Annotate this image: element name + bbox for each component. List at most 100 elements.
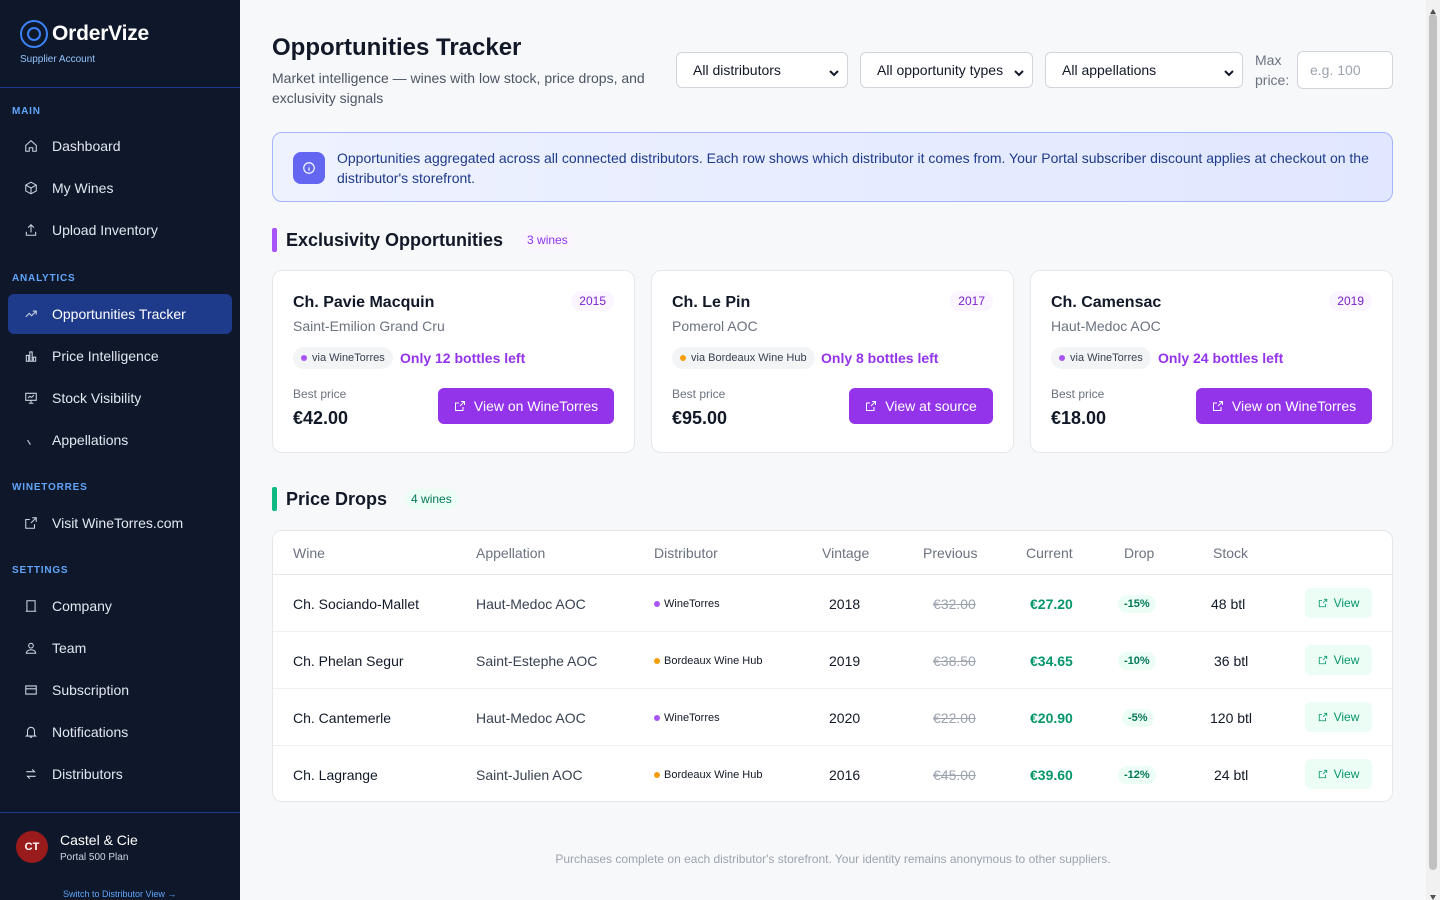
home-icon <box>24 139 38 153</box>
view-button[interactable]: View <box>1305 759 1372 789</box>
distributor-tag: via WineTorres <box>293 347 393 369</box>
wine-appellation: Haut-Medoc AOC <box>476 595 586 612</box>
sidebar-item-opportunities-tracker[interactable]: Opportunities Tracker <box>8 294 232 334</box>
column-header-current: Current <box>1026 545 1073 561</box>
wine-name: Ch. Phelan Segur <box>293 652 404 669</box>
avatar[interactable]: CT <box>16 831 48 863</box>
sidebar-item-company[interactable]: Company <box>8 586 232 626</box>
sidebar-item-stock-visibility[interactable]: Stock Visibility <box>8 378 232 418</box>
bar-chart-icon <box>24 349 38 363</box>
distributor-dot <box>654 600 660 607</box>
column-header-previous: Previous <box>923 545 978 561</box>
sidebar-item-notifications[interactable]: Notifications <box>8 712 232 752</box>
sidebar-item-my-wines[interactable]: My Wines <box>8 168 232 208</box>
drop-badge: -12% <box>1118 765 1156 784</box>
external-link-icon <box>1212 401 1223 411</box>
table-row: Ch. Lagrange Saint-Julien AOC Bordeaux W… <box>273 746 1392 801</box>
table-row: Ch. Cantemerle Haut-Medoc AOC WineTorres… <box>273 689 1392 746</box>
button-label: View <box>1333 710 1360 724</box>
appellation-filter-select[interactable]: All appellations <box>1045 52 1243 88</box>
external-link-icon <box>866 401 877 411</box>
swap-icon <box>24 767 38 781</box>
opportunity-type-filter-select[interactable]: All opportunity types <box>860 52 1033 88</box>
view-button[interactable]: View <box>1305 645 1372 675</box>
stock: 24 btl <box>1214 766 1249 783</box>
current-price: €34.65 <box>1030 652 1073 669</box>
current-price: €20.90 <box>1030 709 1073 726</box>
info-banner-text: Opportunities aggregated across all conn… <box>337 150 1369 186</box>
sidebar-item-label: Subscription <box>52 682 130 698</box>
price-drops-section-header: Price Drops 4 wines <box>272 487 458 511</box>
button-label: View <box>1333 653 1360 667</box>
wine-appellation: Saint-Julien AOC <box>476 766 583 783</box>
previous-price: €38.50 <box>933 652 976 669</box>
sidebar-item-label: Stock Visibility <box>52 390 142 406</box>
best-price-label: Best price <box>293 387 347 401</box>
sidebar-item-visit-winetorres[interactable]: Visit WineTorres.com <box>8 503 232 543</box>
chevron-down-icon <box>1014 65 1024 77</box>
sidebar-item-label: Notifications <box>52 724 129 740</box>
section-count-badge: 4 wines <box>405 489 458 509</box>
previous-price: €22.00 <box>933 709 976 726</box>
wine-appellation: Pomerol AOC <box>672 318 758 334</box>
sidebar-item-price-intelligence[interactable]: Price Intelligence <box>8 336 232 376</box>
exclusivity-card: Ch. Le Pin 2017 Pomerol AOC via Bordeaux… <box>651 270 1014 453</box>
box-icon <box>24 181 38 195</box>
view-on-winetorres-button[interactable]: View on WineTorres <box>438 388 614 424</box>
user-account: CT Castel & Cie Portal 500 Plan Switch t… <box>0 812 240 900</box>
current-price: €27.20 <box>1030 595 1073 612</box>
wine-name: Ch. Le Pin <box>672 294 751 311</box>
exclusivity-card: Ch. Pavie Macquin 2015 Saint-Emilion Gra… <box>272 270 635 453</box>
wine-name: Ch. Lagrange <box>293 766 378 783</box>
wine-appellation: Saint-Emilion Grand Cru <box>293 318 445 334</box>
scroll-down-arrow-icon[interactable] <box>1429 888 1437 900</box>
sidebar-item-label: Visit WineTorres.com <box>52 515 184 531</box>
sidebar-item-appellations[interactable]: Appellations <box>8 420 232 460</box>
table-header: Wine Appellation Distributor Vintage Pre… <box>273 531 1392 575</box>
distributor-dot <box>654 657 660 664</box>
distributor-name: WineTorres <box>664 597 720 610</box>
vintage: 2016 <box>829 766 861 783</box>
sidebar-item-distributors[interactable]: Distributors <box>8 754 232 794</box>
view-at-source-button[interactable]: View at source <box>849 388 993 424</box>
wine-name: Ch. Pavie Macquin <box>293 294 435 311</box>
vintage-badge: 2017 <box>950 291 993 311</box>
scroll-up-arrow-icon[interactable] <box>1429 3 1437 14</box>
sidebar-item-upload-inventory[interactable]: Upload Inventory <box>8 210 232 250</box>
scrollbar[interactable] <box>1426 0 1440 900</box>
view-button[interactable]: View <box>1305 588 1372 618</box>
distributor-dot <box>654 714 660 721</box>
sidebar-item-label: Distributors <box>52 766 123 782</box>
view-on-winetorres-button[interactable]: View on WineTorres <box>1196 388 1372 424</box>
brand-subtitle: Supplier Account <box>20 54 96 65</box>
max-price-label: Max price: <box>1255 52 1290 88</box>
section-count-badge: 3 wines <box>521 230 574 250</box>
table-row: Ch. Phelan Segur Saint-Estephe AOC Borde… <box>273 632 1392 689</box>
trending-up-icon <box>24 307 38 321</box>
view-button[interactable]: View <box>1305 702 1372 732</box>
sidebar-item-label: Upload Inventory <box>52 222 158 238</box>
drop-badge: -10% <box>1118 651 1156 670</box>
exclusivity-card: Ch. Camensac 2019 Haut-Medoc AOC via Win… <box>1030 270 1393 453</box>
distributor-filter-select[interactable]: All distributors <box>676 52 848 88</box>
drop-cell: -10% <box>1118 632 1156 689</box>
distributor-dot <box>301 355 307 361</box>
vintage: 2019 <box>829 652 861 669</box>
chevron-down-icon <box>1224 65 1234 77</box>
distributor-name: Bordeaux Wine Hub <box>664 654 763 667</box>
switch-to-distributor-view-link[interactable]: Switch to Distributor View → <box>63 889 176 899</box>
scroll-thumb[interactable] <box>1429 14 1437 870</box>
ordervize-logo-icon <box>20 20 48 48</box>
sidebar-item-subscription[interactable]: Subscription <box>8 670 232 710</box>
info-banner: Opportunities aggregated across all conn… <box>272 132 1393 202</box>
nav-section-settings: SETTINGS <box>12 565 69 576</box>
best-price-label: Best price <box>1051 387 1105 401</box>
sidebar-item-dashboard[interactable]: Dashboard <box>8 126 232 166</box>
wine-appellation: Haut-Medoc AOC <box>476 709 586 726</box>
button-label: View <box>1333 596 1360 610</box>
max-price-input[interactable]: e.g. 100 <box>1297 51 1393 89</box>
sidebar-item-team[interactable]: Team <box>8 628 232 668</box>
button-label: View on WineTorres <box>473 398 599 414</box>
section-title: Exclusivity Opportunities <box>286 229 504 250</box>
external-link-icon <box>1318 598 1327 608</box>
